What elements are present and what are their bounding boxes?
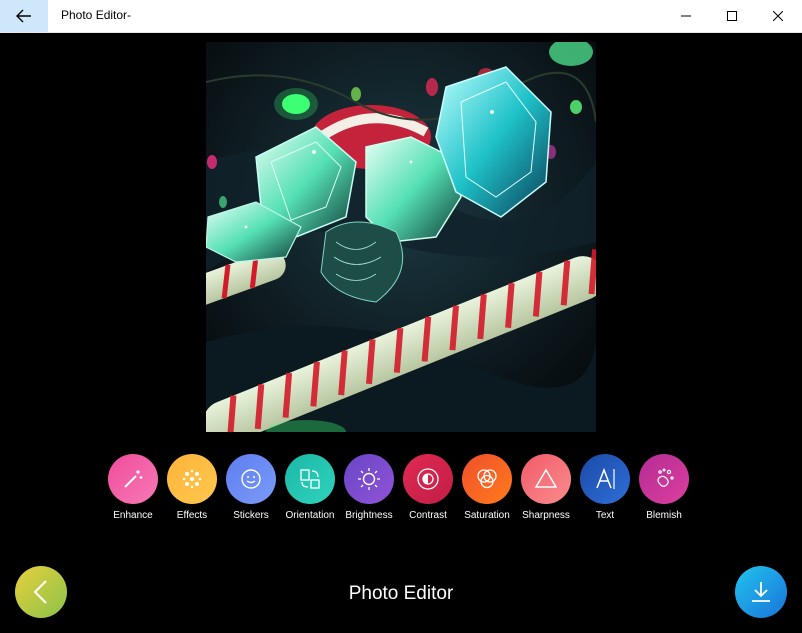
contrast-icon xyxy=(417,468,439,490)
tool-saturation[interactable]: Saturation xyxy=(457,454,517,521)
tool-sharpness[interactable]: Sharpness xyxy=(516,454,576,521)
back-button[interactable] xyxy=(0,0,48,32)
close-icon xyxy=(773,11,783,21)
download-button[interactable] xyxy=(735,566,787,618)
tool-stickers[interactable]: Stickers xyxy=(221,454,281,521)
title-bar: Photo Editor- xyxy=(0,0,802,33)
tool-contrast[interactable]: Contrast xyxy=(398,454,458,521)
circles-icon xyxy=(477,469,497,489)
tool-label: Text xyxy=(595,510,615,521)
tool-orientation[interactable]: Orientation xyxy=(280,454,340,521)
tool-effects[interactable]: Effects xyxy=(162,454,222,521)
sun-icon xyxy=(358,468,380,490)
smiley-icon xyxy=(241,469,261,489)
tool-brightness[interactable]: Brightness xyxy=(339,454,399,521)
blemish-icon xyxy=(657,468,674,487)
download-icon xyxy=(752,582,770,602)
magic-wand-icon xyxy=(124,470,143,488)
tool-label: Enhance xyxy=(113,510,153,521)
tool-label: Effects xyxy=(176,510,208,521)
triangle-icon xyxy=(534,468,558,488)
text-icon xyxy=(596,467,615,489)
maximize-button[interactable] xyxy=(709,0,755,32)
tool-text[interactable]: Text xyxy=(575,454,635,521)
arrow-left-icon xyxy=(16,9,31,23)
tool-label: Brightness xyxy=(345,510,393,521)
tool-label: Blemish xyxy=(646,510,682,521)
tool-blemish[interactable]: Blemish xyxy=(634,454,694,521)
close-button[interactable] xyxy=(755,0,801,32)
photo-preview xyxy=(206,42,596,432)
minimize-icon xyxy=(681,15,691,17)
page-title: Photo Editor xyxy=(348,583,454,604)
maximize-icon xyxy=(727,11,737,21)
tool-label: Contrast xyxy=(409,510,447,521)
minimize-button[interactable] xyxy=(663,0,709,32)
tool-label: Saturation xyxy=(464,510,510,521)
tool-label: Stickers xyxy=(233,510,269,521)
dots-icon xyxy=(182,469,202,489)
tool-label: Orientation xyxy=(285,510,335,521)
tool-enhance[interactable]: Enhance xyxy=(103,454,163,521)
window-title: Photo Editor- xyxy=(61,8,132,22)
tool-label: Sharpness xyxy=(522,510,570,521)
rotate-icon xyxy=(300,469,320,489)
